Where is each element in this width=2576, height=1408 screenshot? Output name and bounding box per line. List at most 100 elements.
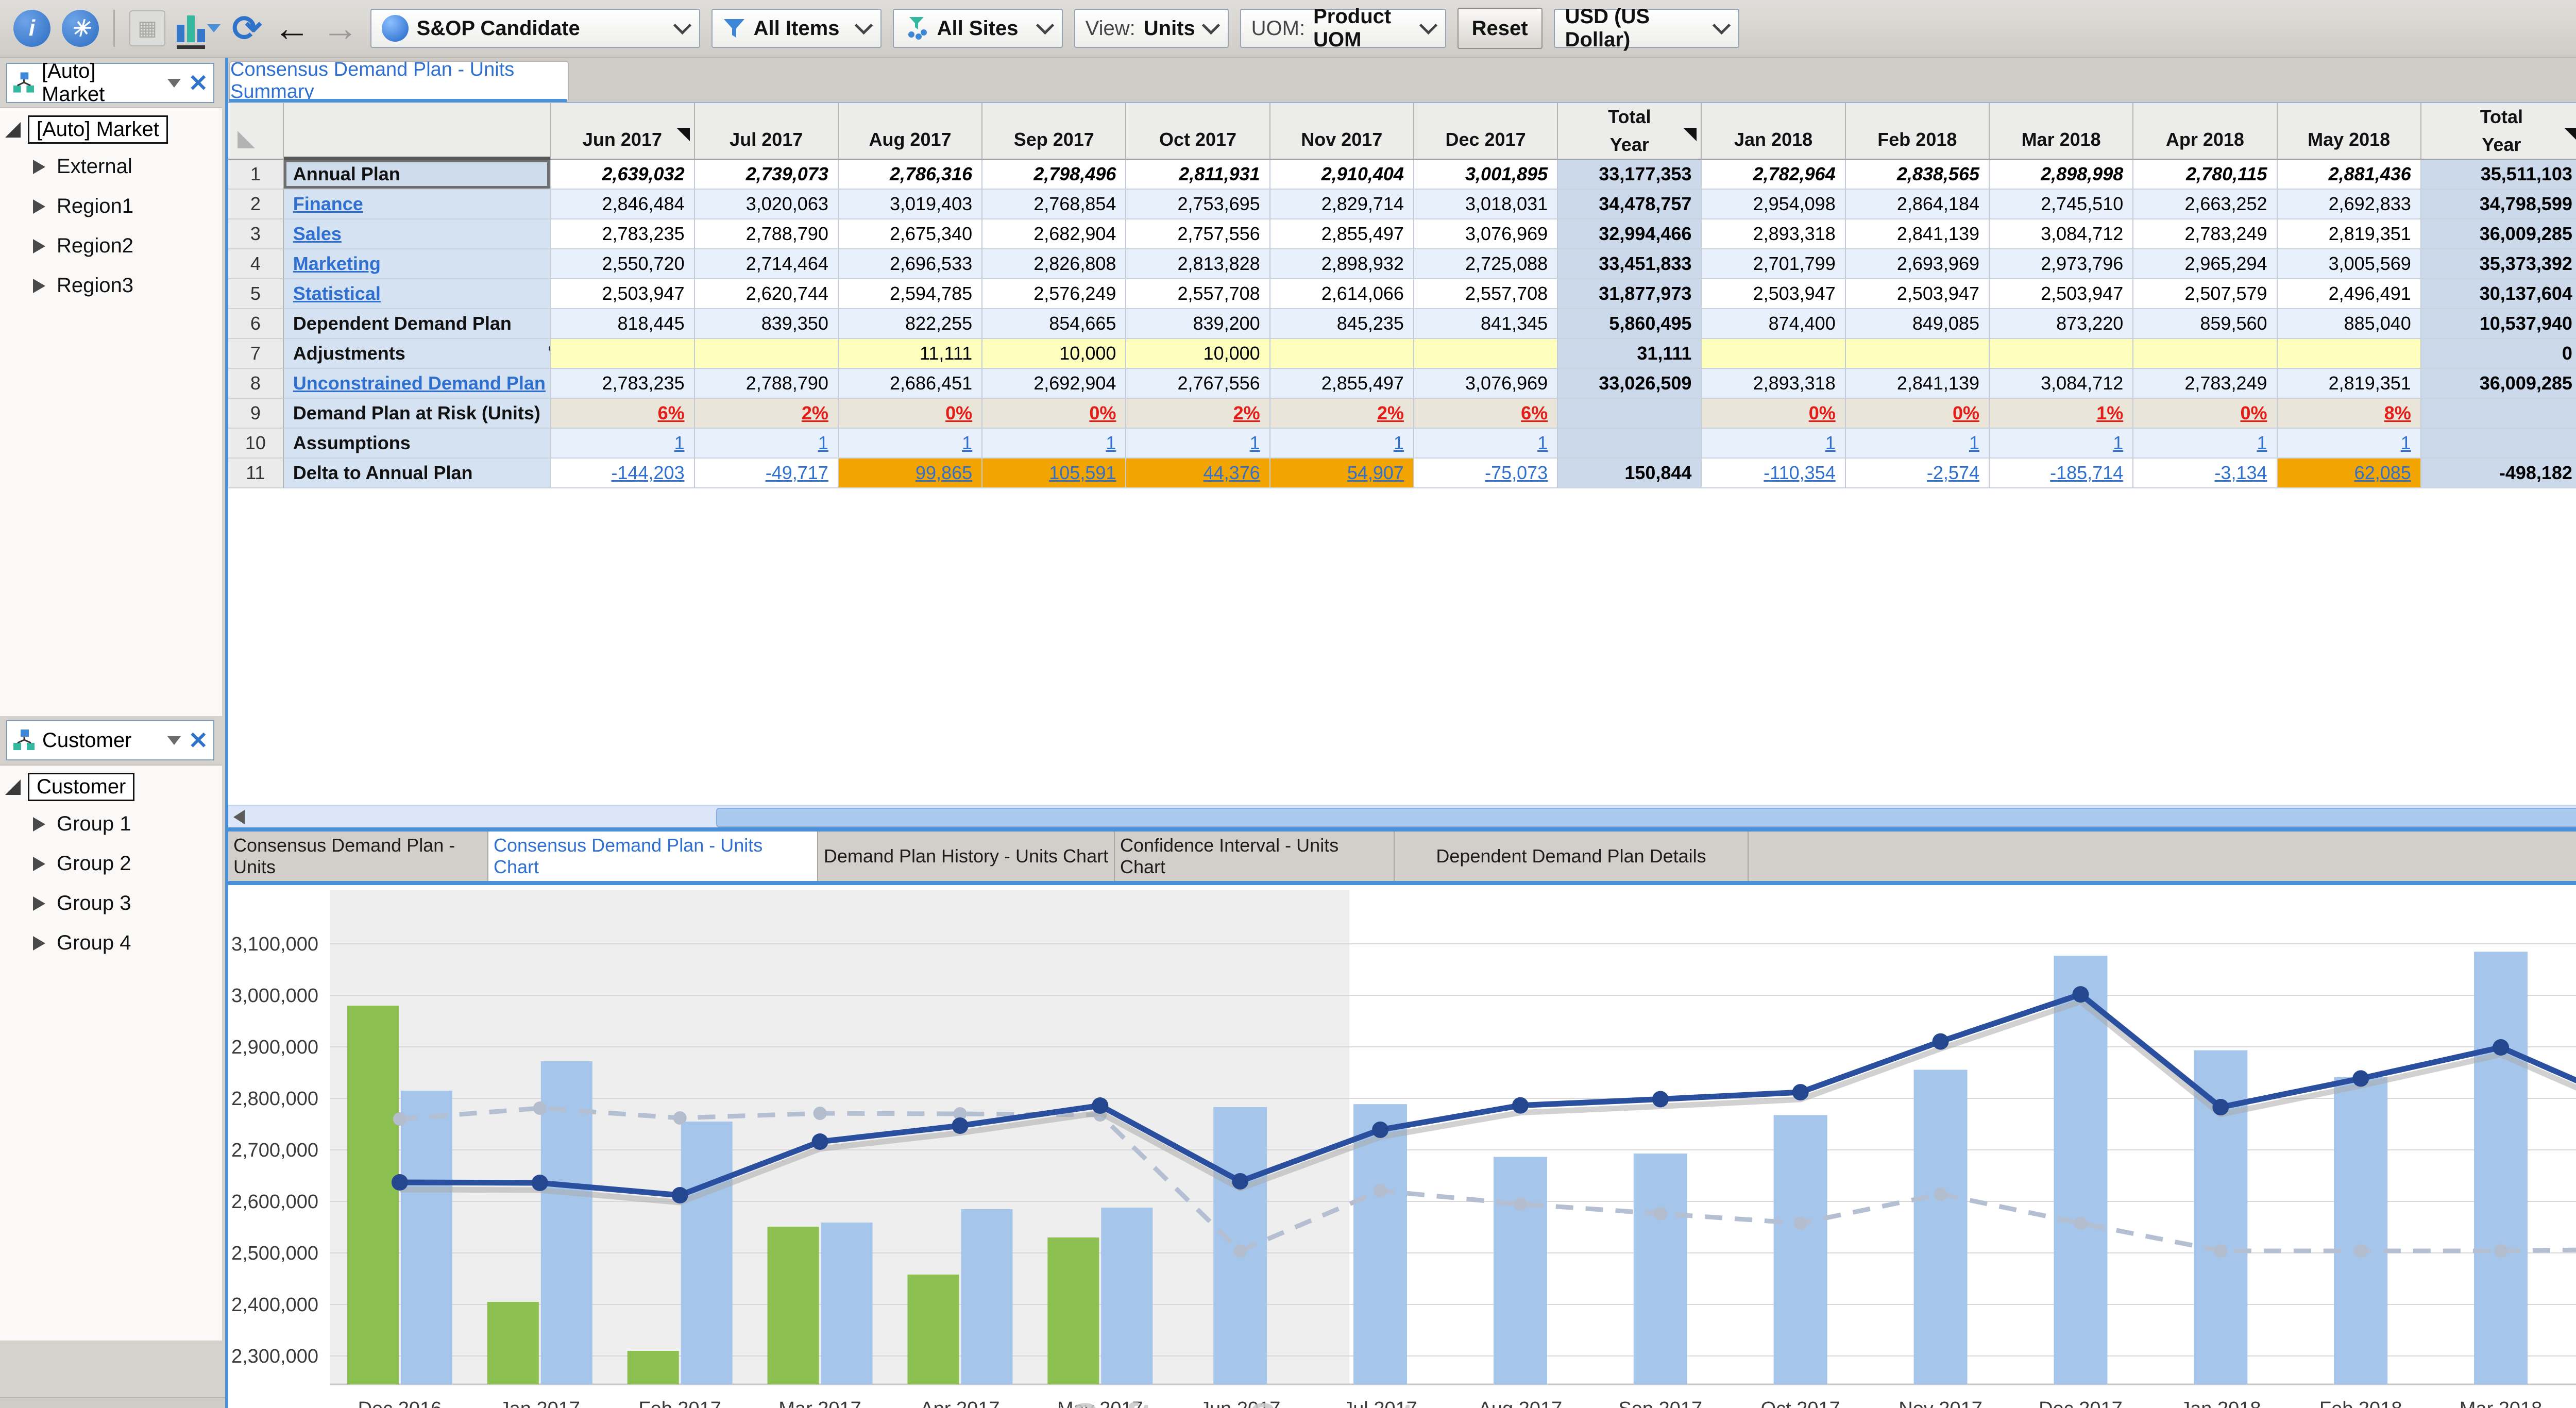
row-label-adjustments[interactable]: Adjustments✎ — [284, 339, 551, 369]
row-label-link[interactable]: Sales — [293, 223, 342, 245]
row-number[interactable]: 1 — [228, 160, 284, 190]
scrollbar-thumb[interactable] — [716, 808, 2576, 827]
table-cell[interactable]: 2,855,497 — [1270, 219, 1414, 249]
table-cell[interactable]: 873,220 — [1990, 309, 2133, 339]
table-cell[interactable]: 3,001,895 — [1414, 160, 1558, 190]
table-cell[interactable]: 2,557,708 — [1126, 279, 1270, 309]
table-cell[interactable]: 1 — [551, 429, 694, 459]
table-cell[interactable]: -185,714 — [1990, 459, 2133, 488]
table-cell[interactable]: 2,819,351 — [2278, 369, 2421, 399]
customer-tree-item[interactable]: Group 2 — [0, 844, 222, 884]
row-label-delta-to-annual-plan[interactable]: Delta to Annual Plan — [284, 459, 551, 488]
table-cell[interactable]: 8% — [2278, 399, 2421, 429]
info-bubble-icon[interactable]: i — [13, 10, 50, 47]
table-cell[interactable]: 11,111 — [839, 339, 982, 369]
collapsed-triangle-icon[interactable] — [33, 817, 45, 832]
table-cell[interactable]: 2,550,720 — [551, 249, 694, 279]
customer-tree-item[interactable]: Group 4 — [0, 923, 222, 963]
table-cell[interactable]: 2,898,998 — [1990, 160, 2133, 190]
back-arrow-icon[interactable]: ← — [274, 7, 311, 49]
row-label-link[interactable]: Finance — [293, 193, 363, 215]
row-number[interactable]: 8 — [228, 369, 284, 399]
table-cell[interactable]: 1 — [1990, 429, 2133, 459]
table-cell[interactable]: 2,841,139 — [1846, 369, 1990, 399]
collapsed-triangle-icon[interactable] — [33, 857, 45, 871]
sites-filter-dropdown[interactable]: All Sites — [893, 9, 1063, 48]
table-cell[interactable]: 2,745,510 — [1990, 190, 2133, 219]
table-cell[interactable]: -2,574 — [1846, 459, 1990, 488]
market-tree-item[interactable]: Region1 — [0, 186, 222, 226]
label-column-header[interactable] — [284, 103, 551, 160]
table-cell[interactable] — [2421, 399, 2576, 429]
column-header-jan18[interactable]: Jan 2018 — [1702, 103, 1845, 160]
table-cell[interactable]: 35,511,103 — [2421, 160, 2576, 190]
column-header-jun17[interactable]: Jun 2017 — [551, 103, 694, 160]
table-cell[interactable]: 2,753,695 — [1126, 190, 1270, 219]
table-cell[interactable]: 36,009,285 — [2421, 369, 2576, 399]
table-cell[interactable]: 874,400 — [1702, 309, 1845, 339]
table-cell[interactable]: 1 — [982, 429, 1126, 459]
row-number[interactable]: 10 — [228, 429, 284, 459]
row-number[interactable]: 5 — [228, 279, 284, 309]
items-filter-dropdown[interactable]: All Items — [711, 9, 882, 48]
table-cell[interactable]: 845,235 — [1270, 309, 1414, 339]
table-cell[interactable]: 822,255 — [839, 309, 982, 339]
table-cell[interactable]: 2,768,854 — [982, 190, 1126, 219]
table-cell[interactable]: 2,898,932 — [1270, 249, 1414, 279]
table-cell[interactable]: -49,717 — [695, 459, 839, 488]
table-cell[interactable]: 2,503,947 — [1990, 279, 2133, 309]
table-cell[interactable]: 3,084,712 — [1990, 219, 2133, 249]
table-cell[interactable]: 2,783,235 — [551, 369, 694, 399]
table-cell[interactable]: 32,994,466 — [1558, 219, 1702, 249]
table-cell[interactable]: 818,445 — [551, 309, 694, 339]
view-dropdown[interactable]: View: Units — [1074, 9, 1229, 48]
table-cell[interactable]: 54,907 — [1270, 459, 1414, 488]
table-cell[interactable]: 1 — [1414, 429, 1558, 459]
column-header-dec17[interactable]: Dec 2017 — [1414, 103, 1558, 160]
table-cell[interactable]: 2,782,964 — [1702, 160, 1845, 190]
table-cell[interactable]: 99,865 — [839, 459, 982, 488]
table-cell[interactable]: 1 — [839, 429, 982, 459]
collapsed-triangle-icon[interactable] — [33, 896, 45, 911]
column-header-may18[interactable]: May 2018 — [2278, 103, 2421, 160]
row-number[interactable]: 4 — [228, 249, 284, 279]
reset-button[interactable]: Reset — [1458, 8, 1543, 49]
tab-dependent-demand-plan-details[interactable]: Dependent Demand Plan Details — [1395, 832, 1749, 881]
row-number[interactable]: 3 — [228, 219, 284, 249]
row-number[interactable]: 11 — [228, 459, 284, 488]
table-cell[interactable]: 34,478,757 — [1558, 190, 1702, 219]
customer-tree-root[interactable]: Customer — [28, 773, 134, 801]
table-cell[interactable] — [1414, 339, 1558, 369]
expanded-triangle-icon[interactable] — [5, 122, 21, 138]
table-cell[interactable]: 2,841,139 — [1846, 219, 1990, 249]
table-cell[interactable]: 3,019,403 — [839, 190, 982, 219]
table-cell[interactable] — [2421, 429, 2576, 459]
row-number[interactable]: 7 — [228, 339, 284, 369]
table-cell[interactable]: 2,788,790 — [695, 369, 839, 399]
market-tree-root[interactable]: [Auto] Market — [28, 115, 168, 144]
table-cell[interactable]: 2,576,249 — [982, 279, 1126, 309]
customer-hierarchy-selector[interactable]: Customer ✕ — [6, 720, 214, 760]
table-cell[interactable]: 2,557,708 — [1414, 279, 1558, 309]
column-header-apr18[interactable]: Apr 2018 — [2133, 103, 2277, 160]
row-label-dependent-demand-plan[interactable]: Dependent Demand Plan — [284, 309, 551, 339]
table-cell[interactable]: 849,085 — [1846, 309, 1990, 339]
table-cell[interactable]: 3,005,569 — [2278, 249, 2421, 279]
horizontal-scrollbar[interactable] — [228, 805, 2576, 828]
table-cell[interactable]: -110,354 — [1702, 459, 1845, 488]
table-cell[interactable]: 2,954,098 — [1702, 190, 1845, 219]
table-cell[interactable]: 2,686,451 — [839, 369, 982, 399]
collapsed-triangle-icon[interactable] — [33, 199, 45, 214]
table-cell[interactable]: 2,798,496 — [982, 160, 1126, 190]
table-cell[interactable]: 0% — [2133, 399, 2277, 429]
table-cell[interactable]: 2,614,066 — [1270, 279, 1414, 309]
table-cell[interactable]: 36,009,285 — [2421, 219, 2576, 249]
table-cell[interactable]: 2,973,796 — [1990, 249, 2133, 279]
table-cell[interactable]: 10,000 — [982, 339, 1126, 369]
column-header-ty18[interactable]: TotalYear — [2421, 103, 2576, 160]
row-label-link[interactable]: Unconstrained Demand Plan — [293, 372, 546, 394]
table-cell[interactable]: 35,373,392 — [2421, 249, 2576, 279]
table-cell[interactable]: 3,020,063 — [695, 190, 839, 219]
table-cell[interactable]: 2% — [1270, 399, 1414, 429]
collapsed-triangle-icon[interactable] — [33, 279, 45, 293]
